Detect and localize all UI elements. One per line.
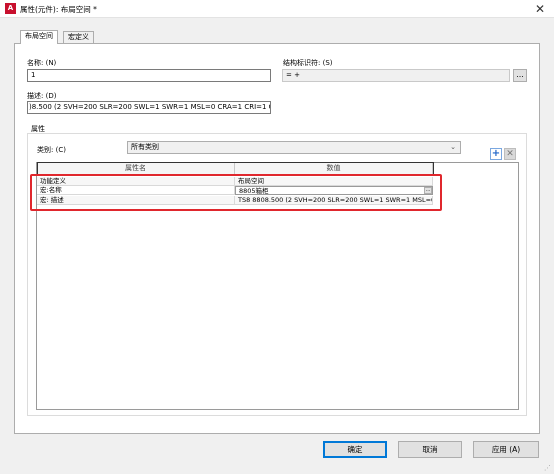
cancel-button[interactable]: 取消 xyxy=(398,441,462,458)
name-input[interactable]: 1 xyxy=(27,69,271,82)
category-label: 类别: (C) xyxy=(37,146,66,154)
title-bar: A 属性(元件): 布局空间 * ✕ xyxy=(0,0,554,18)
resize-grip-icon[interactable]: ⋰ xyxy=(544,464,552,472)
ok-button[interactable]: 确定 xyxy=(323,441,387,458)
app-logo-icon: A xyxy=(5,3,16,14)
category-value: 所有类别 xyxy=(131,143,159,151)
name-label: 名称: (N) xyxy=(27,59,57,67)
description-label: 描述: (D) xyxy=(27,92,57,100)
chevron-down-icon: ⌄ xyxy=(450,143,456,151)
add-property-button[interactable]: + xyxy=(490,148,502,160)
remove-property-button[interactable]: ✕ xyxy=(504,148,516,160)
window-title: 属性(元件): 布局空间 * xyxy=(20,5,97,14)
highlight-annotation xyxy=(30,174,442,211)
struct-id-browse-button[interactable]: ... xyxy=(513,69,527,82)
apply-button[interactable]: 应用 (A) xyxy=(473,441,539,458)
struct-id-label: 结构标识符: (S) xyxy=(283,59,333,67)
category-select[interactable]: 所有类别 ⌄ xyxy=(127,141,461,154)
tab-layout-space[interactable]: 布局空间 xyxy=(20,30,58,44)
struct-id-field: = + xyxy=(282,69,510,82)
close-icon[interactable]: ✕ xyxy=(530,1,550,17)
description-input[interactable]: )8.500 (2 SVH=200 SLR=200 SWL=1 SWR=1 MS… xyxy=(27,101,271,114)
